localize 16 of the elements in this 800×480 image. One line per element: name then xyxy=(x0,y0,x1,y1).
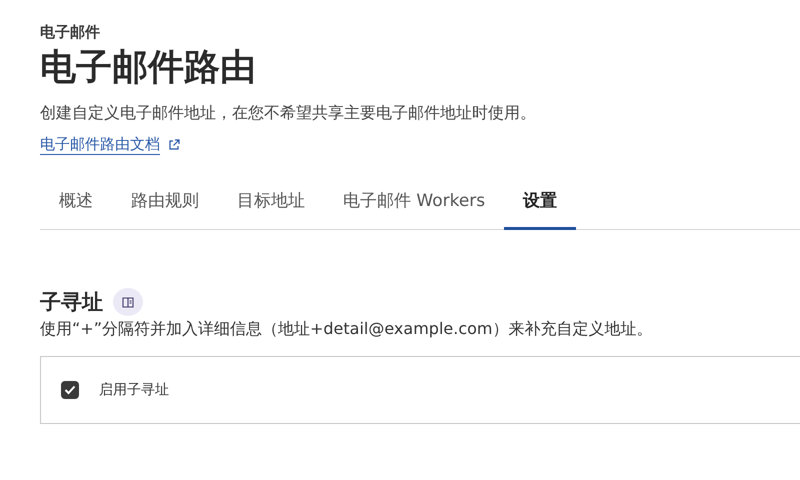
page-description: 创建自定义电子邮件地址，在您不希望共享主要电子邮件地址时使用。 xyxy=(40,102,536,124)
tab[interactable]: 路由规则 xyxy=(112,177,218,230)
tab[interactable]: 概述 xyxy=(40,177,112,230)
page-title: 电子邮件路由 xyxy=(40,46,256,90)
tab[interactable]: 电子邮件 Workers xyxy=(324,177,504,230)
book-icon[interactable] xyxy=(113,288,143,316)
section-title: 子寻址 xyxy=(40,289,103,316)
documentation-link[interactable]: 电子邮件路由文档 xyxy=(40,134,160,155)
check-icon xyxy=(64,385,76,395)
tab[interactable]: 设置 xyxy=(504,177,576,230)
breadcrumb: 电子邮件 xyxy=(40,22,100,42)
external-link-icon xyxy=(168,138,180,150)
section-description: 使用“+”分隔符并加入详细信息（地址+detail@example.com）来补充自定义地址。 xyxy=(40,318,652,340)
tab[interactable]: 目标地址 xyxy=(218,177,324,230)
checkbox-label: 启用子寻址 xyxy=(99,381,169,399)
checkbox[interactable] xyxy=(61,381,79,399)
